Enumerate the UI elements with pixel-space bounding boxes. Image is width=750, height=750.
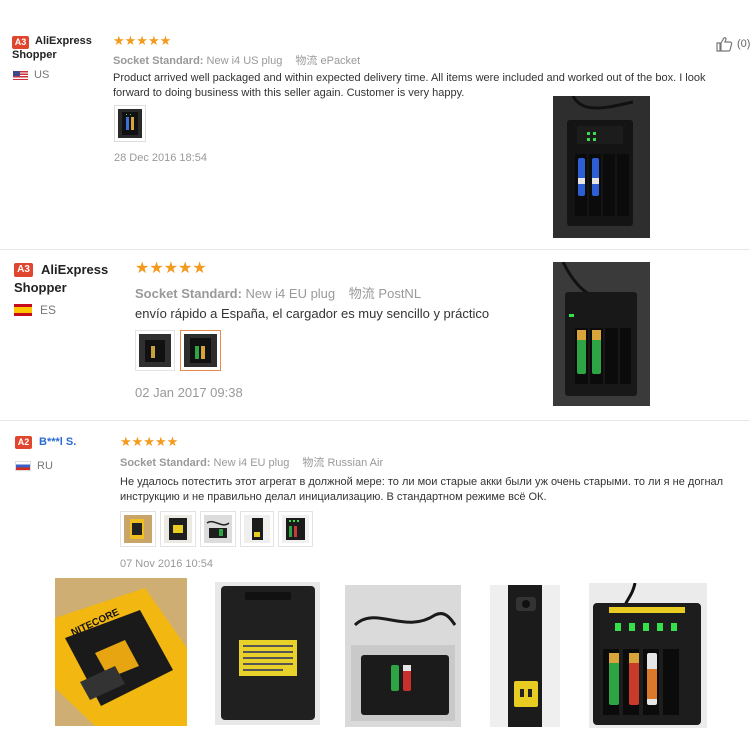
review-meta: Socket Standard: New i4 US plug 物流 ePack… — [113, 52, 360, 68]
ru-flag-icon — [15, 461, 31, 471]
charger-in-packaging-image — [345, 585, 461, 727]
reviewer-name: AliExpress Shopper — [14, 262, 109, 295]
review-thumbnail[interactable] — [135, 330, 175, 371]
review-photo-charger-back[interactable] — [215, 582, 320, 725]
reviewer-country: US — [13, 69, 49, 81]
review-photo-box[interactable]: NITECORE — [55, 578, 187, 726]
us-flag-icon — [13, 70, 28, 80]
box-thumbnail-image — [124, 515, 152, 543]
like-button[interactable]: (0) — [716, 36, 750, 52]
review-thumbnail[interactable] — [200, 511, 236, 547]
review-3: A2 B***l S. RU ★★★★★ Socket Standard: Ne… — [0, 421, 750, 750]
charger-box-thumbnail-image — [204, 515, 232, 543]
meta-label: Socket Standard: — [120, 457, 211, 469]
review-thumbnail[interactable] — [114, 105, 146, 142]
meta-label: Socket Standard: — [113, 55, 204, 67]
review-meta: Socket Standard: New i4 EU plug 物流 Russi… — [120, 454, 383, 470]
review-thumbnail[interactable] — [278, 511, 313, 547]
review-photo-charger-side[interactable] — [490, 585, 560, 727]
review-photo[interactable] — [553, 262, 650, 406]
review-1: A3 AliExpress Shopper US ★★★★★ Socket St… — [0, 0, 750, 250]
review-date: 02 Jan 2017 09:38 — [135, 385, 243, 400]
nitecore-box-image: NITECORE — [55, 578, 187, 726]
reviewer-country: ES — [14, 303, 56, 317]
review-photo-charging[interactable] — [589, 583, 707, 728]
meta-value: New i4 EU plug — [213, 457, 290, 469]
shipping-value: Russian Air — [327, 457, 384, 469]
charger-thumbnail-image — [122, 112, 138, 135]
review-date: 07 Nov 2016 10:54 — [120, 558, 213, 570]
meta-value: New i4 EU plug — [245, 286, 336, 301]
charger-side-thumbnail-image — [244, 515, 270, 543]
review-thumbnail[interactable] — [160, 511, 196, 547]
review-meta: Socket Standard: New i4 EU plug 物流 PostN… — [135, 283, 421, 302]
shipping-label: 物流 — [348, 286, 375, 301]
charger-side-image — [490, 585, 560, 727]
review-thumbnail[interactable] — [120, 511, 156, 547]
review-date: 28 Dec 2016 18:54 — [114, 152, 207, 164]
charger-photo-image — [553, 96, 650, 238]
charger-thumbnail-image — [145, 340, 165, 362]
charger-batteries-thumbnail-image — [282, 515, 309, 543]
charger-back-thumbnail-image — [164, 515, 192, 543]
meta-value: New i4 US plug — [206, 55, 283, 67]
like-count: (0) — [737, 38, 750, 50]
charger-photo-image — [553, 262, 650, 406]
review-2: A3 AliExpress Shopper ES ★★★★★ Socket St… — [0, 250, 750, 420]
reviewer-name: AliExpress Shopper — [12, 35, 92, 61]
country-code: ES — [40, 303, 57, 317]
charger-back-image — [215, 582, 320, 725]
review-thumbnail-selected[interactable] — [180, 330, 221, 371]
review-photo[interactable] — [553, 96, 650, 238]
review-photo-in-box[interactable] — [345, 585, 461, 727]
reviewer-name: B***l S. — [39, 436, 77, 448]
charger-charging-image — [589, 583, 707, 728]
charger-thumbnail-image — [190, 338, 211, 363]
review-text: Не удалось потестить этот агрегат в долж… — [120, 476, 724, 503]
es-flag-icon — [14, 304, 32, 316]
shipping-label: 物流 — [295, 55, 318, 67]
country-code: RU — [37, 460, 53, 472]
shipping-value: PostNL — [378, 286, 422, 301]
review-text: envío rápido a España, el cargador es mu… — [135, 306, 490, 321]
thumbs-up-icon — [716, 36, 733, 52]
meta-label: Socket Standard: — [135, 286, 242, 301]
rating-stars: ★★★★★ — [135, 260, 207, 277]
country-code: US — [34, 69, 50, 81]
shipping-label: 物流 — [302, 457, 325, 469]
rating-stars: ★★★★★ — [120, 434, 179, 449]
shipping-value: ePacket — [320, 55, 361, 67]
buyer-level-badge: A2 — [15, 436, 32, 449]
reviewer-country: RU — [15, 460, 53, 472]
review-thumbnail[interactable] — [240, 511, 274, 547]
rating-stars: ★★★★★ — [113, 33, 172, 48]
